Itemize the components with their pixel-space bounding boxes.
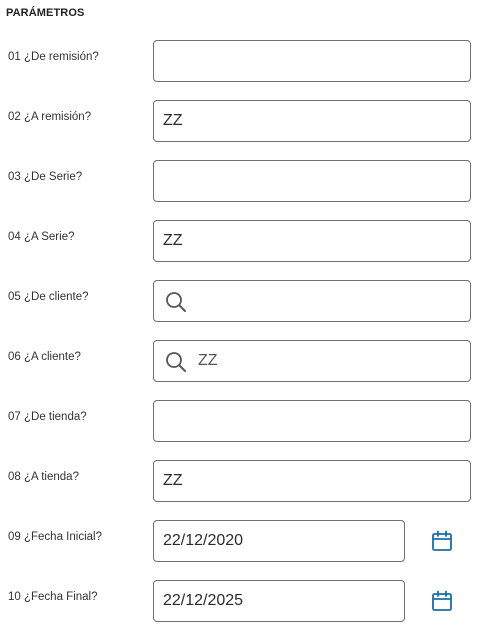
param-label: 10 ¿Fecha Final? [8, 591, 98, 603]
param-label: 09 ¿Fecha Inicial? [8, 531, 102, 543]
param-row-a-remision: 02 ¿A remisión? [0, 100, 483, 144]
de-cliente-field[interactable] [153, 280, 471, 322]
a-remision-field[interactable] [153, 100, 471, 142]
de-serie-field[interactable] [153, 160, 471, 202]
de-remision-input[interactable] [154, 41, 470, 81]
param-row-de-remision: 01 ¿De remisión? [0, 40, 483, 84]
param-row-a-serie: 04 ¿A Serie? [0, 220, 483, 264]
fecha-inicial-input[interactable] [154, 521, 404, 561]
a-cliente-input[interactable] [154, 341, 470, 381]
param-row-a-cliente: 06 ¿A cliente? [0, 340, 483, 384]
param-label: 05 ¿De cliente? [8, 291, 89, 303]
fecha-inicial-field[interactable] [153, 520, 405, 562]
param-row-fecha-inicial: 09 ¿Fecha Inicial? [0, 520, 483, 564]
param-label: 02 ¿A remisión? [8, 111, 92, 123]
a-tienda-input[interactable] [154, 461, 470, 501]
de-cliente-input[interactable] [154, 281, 470, 321]
param-label: 07 ¿De tienda? [8, 411, 87, 423]
param-label: 08 ¿A tienda? [8, 471, 79, 483]
param-row-de-serie: 03 ¿De Serie? [0, 160, 483, 204]
param-label: 03 ¿De Serie? [8, 171, 83, 183]
a-serie-input[interactable] [154, 221, 470, 261]
param-row-de-cliente: 05 ¿De cliente? [0, 280, 483, 324]
a-serie-field[interactable] [153, 220, 471, 262]
a-cliente-field[interactable] [153, 340, 471, 382]
calendar-icon[interactable] [431, 530, 453, 552]
de-remision-field[interactable] [153, 40, 471, 82]
param-row-a-tienda: 08 ¿A tienda? [0, 460, 483, 504]
a-remision-input[interactable] [154, 101, 470, 141]
param-label: 01 ¿De remisión? [8, 51, 99, 63]
param-label: 04 ¿A Serie? [8, 231, 75, 243]
de-serie-input[interactable] [154, 161, 470, 201]
fecha-final-input[interactable] [154, 581, 404, 621]
section-title: PARÁMETROS [6, 7, 85, 19]
de-tienda-field[interactable] [153, 400, 471, 442]
de-tienda-input[interactable] [154, 401, 470, 441]
param-row-fecha-final: 10 ¿Fecha Final? [0, 580, 483, 624]
a-tienda-field[interactable] [153, 460, 471, 502]
fecha-final-field[interactable] [153, 580, 405, 622]
calendar-icon[interactable] [431, 590, 453, 612]
param-row-de-tienda: 07 ¿De tienda? [0, 400, 483, 444]
param-label: 06 ¿A cliente? [8, 351, 81, 363]
